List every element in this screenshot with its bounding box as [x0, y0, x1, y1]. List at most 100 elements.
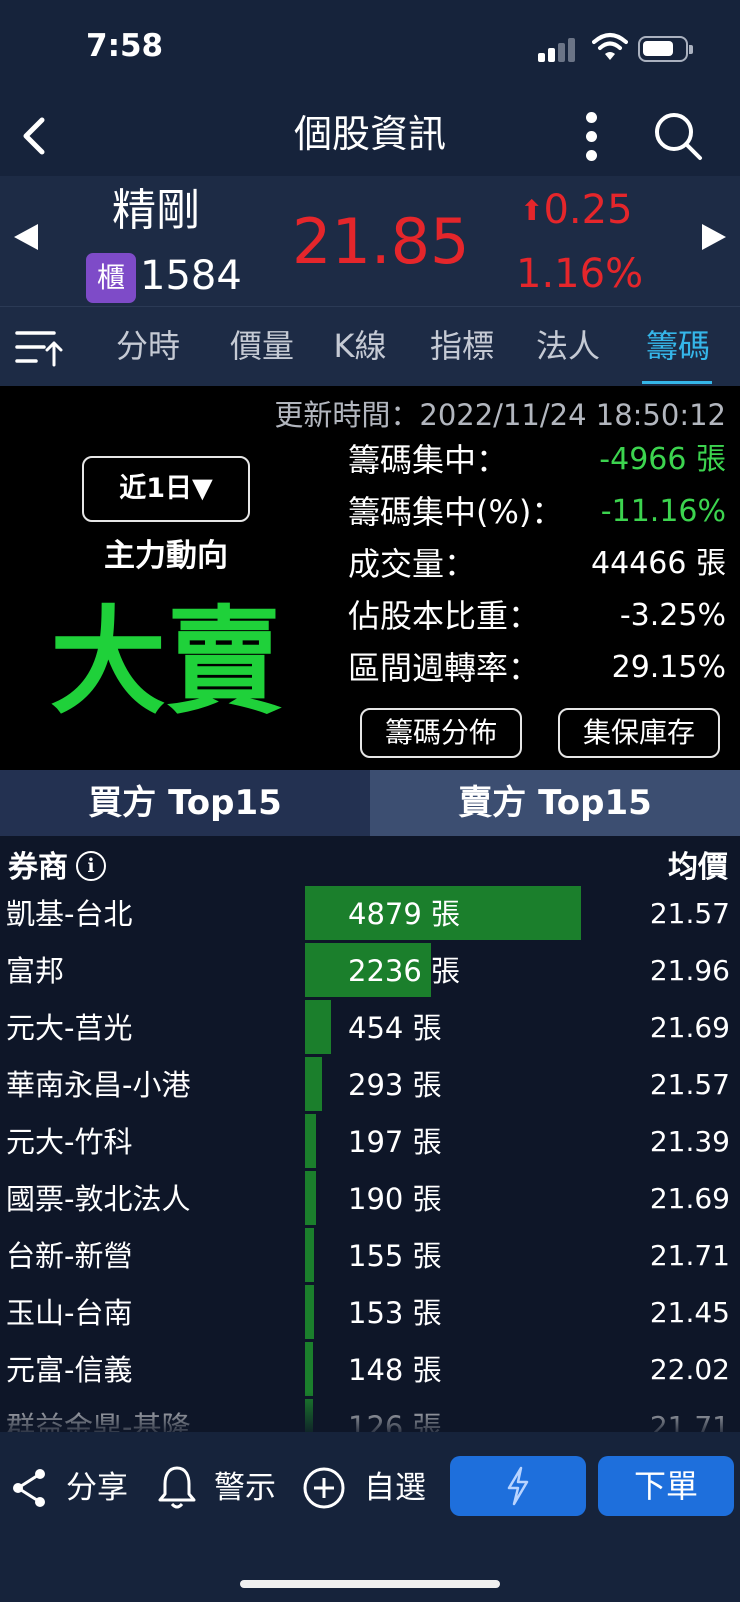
volume-text: 454 張: [348, 1011, 442, 1045]
broker-name: 華南永昌-小港: [6, 1068, 191, 1102]
average-price: 21.71: [649, 1239, 730, 1272]
page-title: 個股資訊: [293, 112, 446, 156]
broker-name: 元富-信義: [6, 1353, 133, 1387]
table-row[interactable]: 元大-竹科 197 張 21.39: [0, 1114, 740, 1171]
next-stock-button[interactable]: [702, 224, 726, 250]
tab-indicators[interactable]: 指標: [420, 307, 504, 387]
chip-distribution-button[interactable]: 籌碼分佈: [360, 708, 522, 758]
tab-institutional[interactable]: 法人: [526, 307, 610, 387]
nav-bar: 個股資訊: [0, 100, 740, 176]
tab-chips[interactable]: 籌碼: [632, 307, 724, 387]
broker-name: 富邦: [6, 954, 65, 988]
status-time: 7:58: [86, 28, 164, 64]
share-icon[interactable]: [10, 1460, 48, 1516]
volume-text: 2236 張: [348, 954, 461, 988]
average-price: 21.69: [649, 1011, 730, 1044]
tab-sell-top15[interactable]: 賣方 Top15: [370, 770, 740, 836]
broker-name: 國票-敦北法人: [6, 1182, 191, 1216]
tab-settings-icon[interactable]: [14, 325, 64, 369]
average-price: 21.57: [649, 897, 730, 930]
lightning-icon: [507, 1466, 529, 1506]
place-order-button[interactable]: 下單: [598, 1456, 734, 1516]
alert-button[interactable]: 警示: [214, 1460, 276, 1516]
volume-text: 153 張: [348, 1296, 442, 1330]
back-button[interactable]: [14, 108, 62, 164]
stat-label-concentration: 籌碼集中：: [348, 441, 509, 479]
table-row[interactable]: 台新-新營 155 張 21.71: [0, 1228, 740, 1285]
volume-text: 148 張: [348, 1353, 442, 1387]
volume-bar: [305, 1285, 314, 1339]
broker-name: 群益金鼎-基隆: [6, 1410, 191, 1432]
stat-value-share-ratio: -3.25%: [619, 598, 726, 633]
volume-text: 293 張: [348, 1068, 442, 1102]
tab-intraday[interactable]: 分時: [108, 307, 188, 387]
table-row[interactable]: 國票-敦北法人 190 張 21.69: [0, 1171, 740, 1228]
volume-text: 155 張: [348, 1239, 442, 1273]
battery-icon: [638, 36, 693, 62]
volume-bar: [305, 1114, 316, 1168]
price-change-percent: 1.16%: [516, 251, 644, 297]
header-avg-price: 均價: [668, 850, 728, 885]
stock-name: 精剛: [112, 185, 200, 236]
average-price: 21.71: [649, 1410, 730, 1432]
share-button[interactable]: 分享: [66, 1460, 128, 1516]
status-bar: 7:58: [0, 0, 740, 100]
stock-code: 1584: [140, 253, 242, 299]
table-row[interactable]: 玉山-台南 153 張 21.45: [0, 1285, 740, 1342]
volume-text: 190 張: [348, 1182, 442, 1216]
stat-label-concentration-pct: 籌碼集中(%)：: [348, 493, 564, 531]
stat-label-volume: 成交量：: [348, 545, 477, 583]
wifi-icon: [592, 33, 628, 60]
table-row[interactable]: 元富-信義 148 張 22.02: [0, 1342, 740, 1399]
tab-bar: 分時 價量 K線 指標 法人 籌碼: [0, 306, 740, 386]
volume-bar: [305, 1342, 313, 1396]
tab-k-line[interactable]: K線: [322, 307, 398, 387]
price-change: ⬆0.25: [520, 184, 633, 237]
stat-value-concentration-pct: -11.16%: [600, 494, 726, 529]
table-row[interactable]: 群益金鼎-基隆 126 張 21.71: [0, 1399, 740, 1432]
average-price: 21.45: [649, 1296, 730, 1329]
main-force-label: 主力動向: [104, 538, 228, 574]
table-row[interactable]: 元大-莒光 454 張 21.69: [0, 1000, 740, 1057]
stat-label-turnover: 區間週轉率：: [348, 649, 541, 687]
table-row[interactable]: 凱基-台北 4879 張 21.57: [0, 886, 740, 943]
main-force-value: 大賣: [50, 595, 282, 730]
table-row[interactable]: 華南永昌-小港 293 張 21.57: [0, 1057, 740, 1114]
average-price: 21.39: [649, 1125, 730, 1158]
more-options-button[interactable]: [572, 104, 612, 168]
up-arrow-icon: ⬆: [520, 194, 544, 227]
add-circle-icon[interactable]: [302, 1460, 346, 1516]
tab-buy-top15[interactable]: 買方 Top15: [0, 770, 370, 836]
tab-price-volume[interactable]: 價量: [214, 307, 310, 387]
volume-text: 197 張: [348, 1125, 442, 1159]
buy-sell-tabs: 買方 Top15 賣方 Top15: [0, 770, 740, 836]
bell-icon[interactable]: [156, 1460, 198, 1516]
volume-bar: [305, 1228, 314, 1282]
stock-header: 精剛 櫃 1584 21.85 ⬆0.25 1.16%: [0, 176, 740, 306]
update-time: 更新時間：2022/11/24 18:50:12: [274, 398, 726, 432]
stat-value-turnover: 29.15%: [611, 650, 726, 685]
chip-summary-panel: 更新時間：2022/11/24 18:50:12 近1日▼ 主力動向 大賣 籌碼…: [0, 386, 740, 770]
price-change-value: 0.25: [543, 187, 633, 233]
quick-order-button[interactable]: [450, 1456, 586, 1516]
stock-price: 21.85: [292, 205, 470, 278]
broker-name: 元大-竹科: [6, 1125, 133, 1159]
search-button[interactable]: [648, 106, 708, 166]
stat-value-concentration: -4966 張: [599, 442, 726, 477]
home-indicator: [240, 1580, 500, 1588]
active-tab-indicator: [642, 381, 712, 384]
table-row[interactable]: 富邦 2236 張 21.96: [0, 943, 740, 1000]
volume-bar: [305, 1000, 331, 1054]
broker-name: 台新-新營: [6, 1239, 133, 1273]
period-dropdown[interactable]: 近1日▼: [82, 456, 250, 522]
info-icon[interactable]: i: [76, 851, 106, 881]
average-price: 21.69: [649, 1182, 730, 1215]
broker-table[interactable]: 券商 i 均價 凱基-台北 4879 張 21.57 富邦 2236 張 21.96 元大-…: [0, 836, 740, 1432]
broker-name: 凱基-台北: [6, 897, 133, 931]
volume-text: 4879 張: [348, 897, 461, 931]
volume-bar: [305, 1399, 313, 1432]
custody-inventory-button[interactable]: 集保庫存: [558, 708, 720, 758]
watchlist-button[interactable]: 自選: [364, 1460, 426, 1516]
stat-label-share-ratio: 佔股本比重：: [348, 597, 541, 635]
previous-stock-button[interactable]: [14, 224, 38, 250]
